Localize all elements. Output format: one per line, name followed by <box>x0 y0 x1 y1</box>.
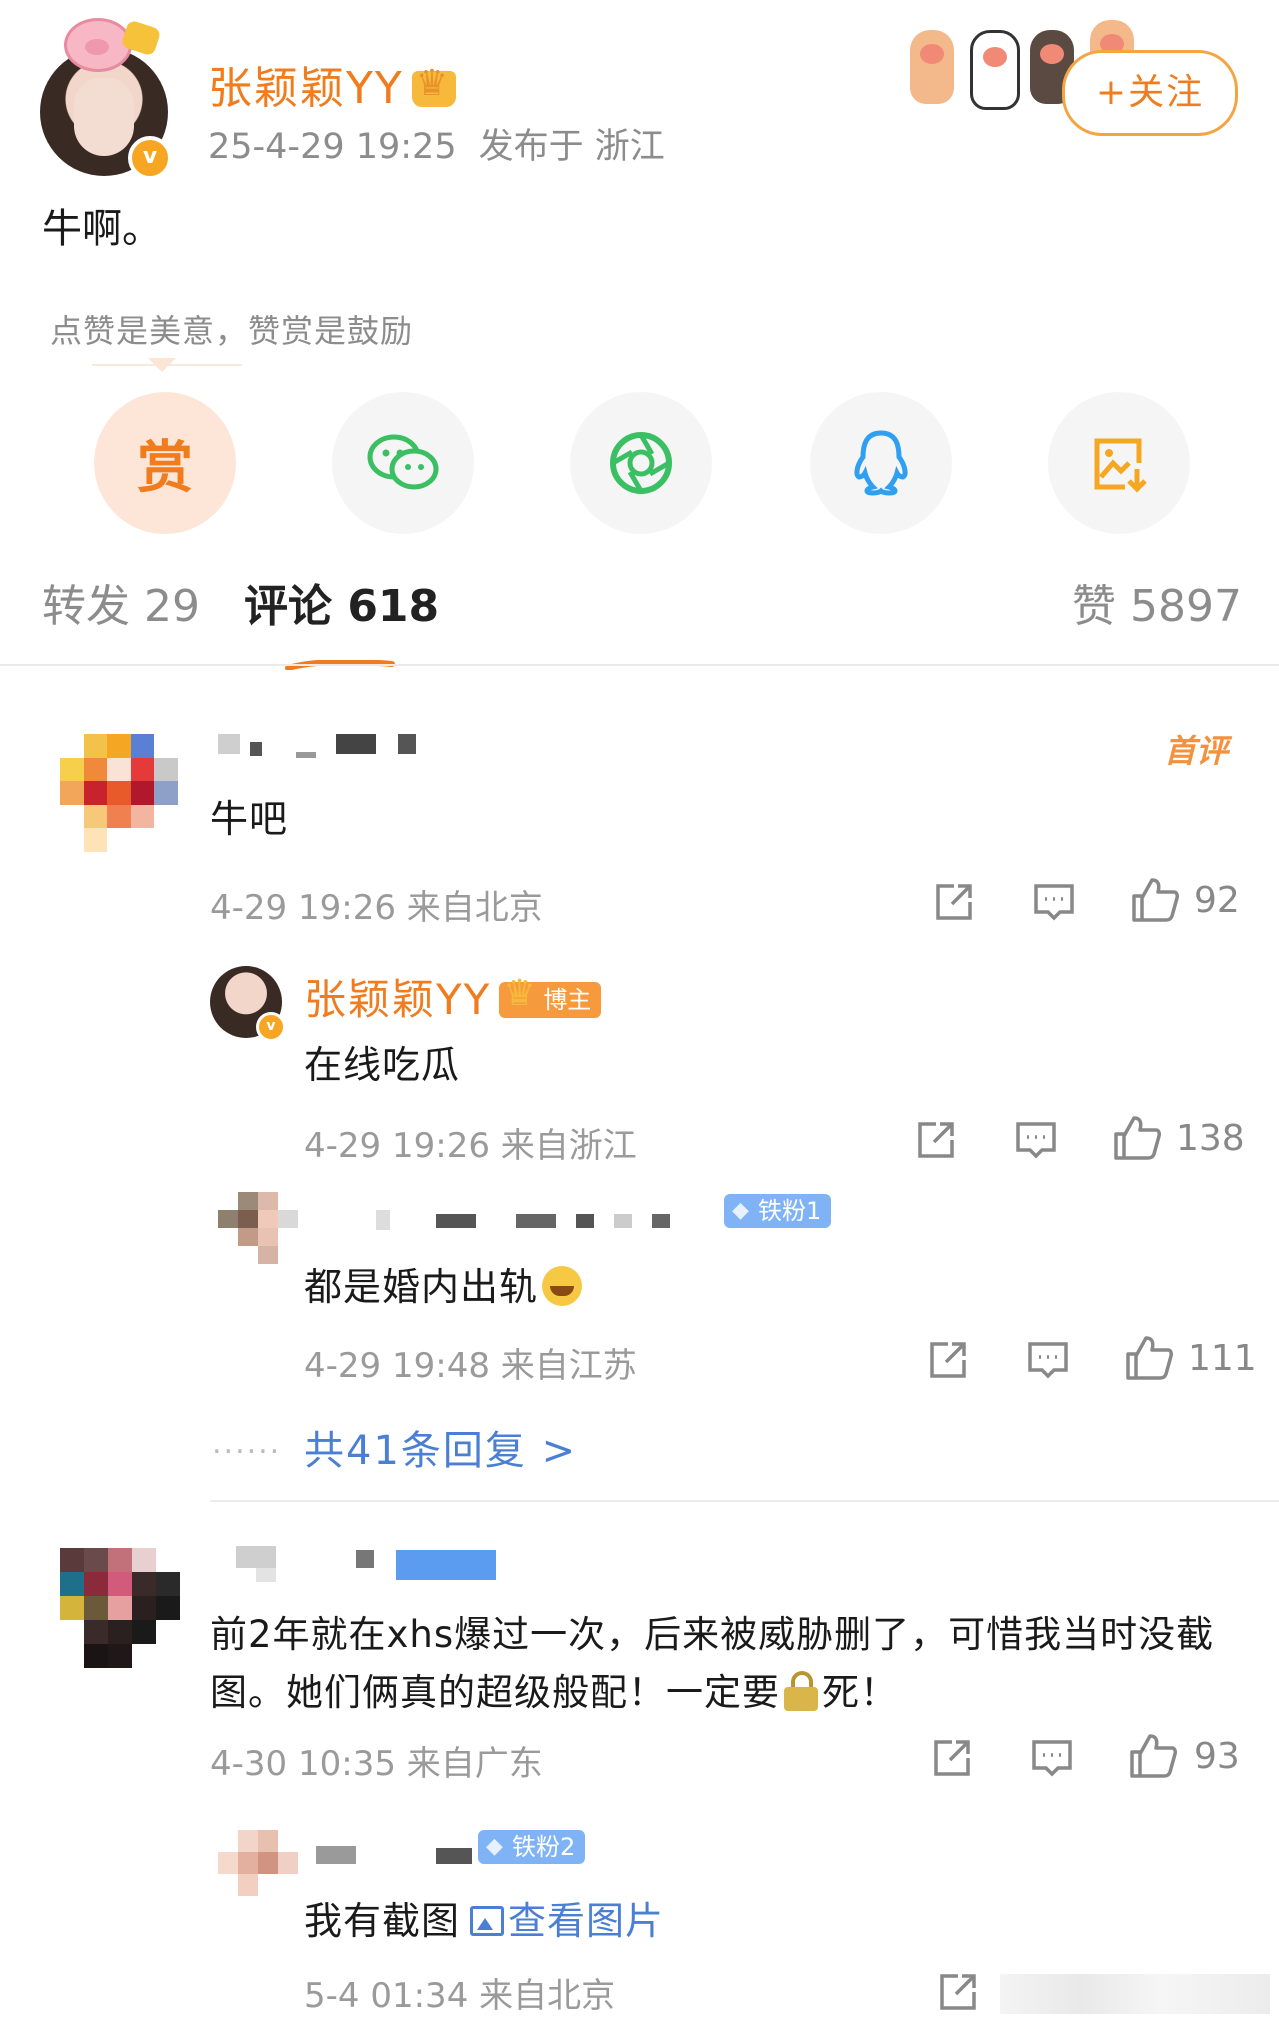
comment-icon[interactable] <box>1030 1736 1074 1780</box>
reply-location: 来自北京 <box>479 1976 616 2016</box>
laugh-cry-emoji-icon <box>542 1266 583 1306</box>
comment-time: 4-30 10:35 <box>210 1744 396 1784</box>
image-icon <box>470 1906 505 1936</box>
reply-meta: 5-4 01:34 来自北京 <box>304 1968 615 2017</box>
repost-icon[interactable] <box>936 1970 980 2014</box>
reply-user-avatar[interactable] <box>218 1192 298 1264</box>
author-name-text: 张颖颖YY <box>208 63 404 114</box>
reply-text-content: 我有截图 <box>304 1899 461 1943</box>
save-image-icon <box>1094 438 1147 493</box>
comment-text-line2: 图。她们俩真的超级般配！一定要 死！ <box>210 1662 898 1716</box>
comment-time: 4-29 19:26 <box>210 888 396 928</box>
share-moments-button[interactable] <box>570 392 712 534</box>
tab-repost[interactable]: 转发 29 <box>42 570 200 634</box>
more-replies-link[interactable]: 共41条回复 > <box>304 1418 577 1476</box>
post-location: 发布于 浙江 <box>478 127 665 167</box>
verified-badge-icon: v <box>256 1012 286 1042</box>
post-timestamp: 25-4-29 19:25 <box>208 127 457 167</box>
comment-meta: 4-30 10:35 来自广东 <box>210 1736 543 1785</box>
qq-icon <box>854 430 908 496</box>
reward-tip: 点赞是美意，赞赏是鼓励 <box>50 312 414 350</box>
reply-time: 5-4 01:34 <box>304 1976 469 2016</box>
like-icon[interactable] <box>1112 1114 1162 1162</box>
wechat-icon <box>367 434 439 490</box>
comment-text-line1: 前2年就在xhs爆过一次，后来被威胁删了，可惜我当时没截 <box>210 1613 1215 1656</box>
author-name[interactable]: 张颖颖YY <box>208 52 456 116</box>
commenter-name-obscured[interactable] <box>236 1546 506 1586</box>
comment-divider <box>210 1500 1279 1502</box>
like-icon[interactable] <box>1128 1732 1178 1780</box>
reply-author-avatar[interactable]: v <box>210 966 286 1042</box>
comment-text-line2-b: 死！ <box>822 1671 898 1714</box>
tab-divider <box>0 664 1279 666</box>
tab-bar: 转发 29 评论 618 赞 5897 <box>0 570 1279 660</box>
fan-level-badge: 铁粉1 <box>724 1194 832 1228</box>
view-image-link[interactable]: 查看图片 <box>508 1899 664 1943</box>
share-wechat-button[interactable] <box>332 392 474 534</box>
reply-location: 来自江苏 <box>500 1346 637 1386</box>
blogger-badge: 博主 <box>499 976 602 1018</box>
repost-icon[interactable] <box>930 1736 974 1780</box>
comment-text: 牛吧 <box>210 797 289 841</box>
reply-meta: 4-29 19:48 来自江苏 <box>304 1338 637 1387</box>
post-meta: 25-4-29 19:25 发布于 浙江 <box>208 118 665 169</box>
save-image-button[interactable] <box>1048 392 1190 534</box>
reward-icon: 赏 <box>137 435 193 501</box>
comment-icon[interactable] <box>1014 1118 1058 1162</box>
first-comment-badge: 首评 <box>1164 732 1229 770</box>
post-text: 牛啊。 <box>42 206 162 252</box>
reply-text: 都是婚内出轨 <box>304 1256 583 1311</box>
reply-author-name-text: 张颖颖YY <box>304 975 492 1024</box>
reply-user-avatar[interactable] <box>218 1830 298 1896</box>
comment-icon[interactable] <box>1026 1338 1070 1382</box>
tab-likes[interactable]: 赞 5897 <box>1072 570 1242 634</box>
like-count: 93 <box>1194 1736 1240 1777</box>
tab-comments[interactable]: 评论 618 <box>244 570 439 634</box>
like-count: 111 <box>1188 1338 1257 1379</box>
avatar-face <box>74 78 134 156</box>
moments-icon <box>610 432 672 494</box>
share-qq-button[interactable] <box>810 392 952 534</box>
reply-time: 4-29 19:26 <box>304 1126 490 1166</box>
reply-user-name-obscured[interactable] <box>376 1206 676 1236</box>
fan-level-badge: 铁粉2 <box>478 1830 586 1864</box>
comment-text-line2-a: 图。她们俩真的超级般配！一定要 <box>210 1671 780 1714</box>
paw-icon <box>910 30 954 104</box>
lock-emoji-icon <box>784 1671 818 1711</box>
reply-text: 在线吃瓜 <box>304 1043 461 1087</box>
blurred-actions-area <box>1000 1974 1270 2014</box>
like-count: 92 <box>1194 880 1240 921</box>
reply-author-name[interactable]: 张颖颖YY博主 <box>304 966 602 1027</box>
follow-button[interactable]: +关注 <box>1062 50 1238 136</box>
more-replies-dots: ...... <box>212 1426 282 1461</box>
repost-icon[interactable] <box>926 1338 970 1382</box>
comment-location: 来自北京 <box>406 888 543 928</box>
like-icon[interactable] <box>1124 1334 1174 1382</box>
comment-location: 来自广东 <box>406 1744 543 1784</box>
comment-icon[interactable] <box>1032 880 1076 924</box>
commenter-avatar[interactable] <box>60 734 178 852</box>
commenter-avatar[interactable] <box>60 1548 180 1668</box>
reply-location: 来自浙江 <box>500 1126 637 1166</box>
reply-meta: 4-29 19:26 来自浙江 <box>304 1118 637 1167</box>
reply-user-name-obscured[interactable] <box>316 1840 476 1870</box>
reply-text-content: 都是婚内出轨 <box>304 1265 539 1309</box>
reply-time: 4-29 19:48 <box>304 1346 490 1386</box>
reply-text: 我有截图 查看图片 <box>304 1890 664 1945</box>
like-count: 138 <box>1176 1118 1245 1159</box>
author-avatar[interactable]: v <box>40 18 172 180</box>
reward-button[interactable]: 赏 <box>94 392 236 534</box>
verified-badge-icon: v <box>128 136 172 180</box>
paw-icon <box>970 30 1020 110</box>
crown-icon <box>411 63 456 107</box>
commenter-name-obscured[interactable] <box>218 730 418 766</box>
pig-sticker-icon <box>64 18 132 72</box>
repost-icon[interactable] <box>932 880 976 924</box>
tip-caret-icon <box>148 358 176 372</box>
repost-icon[interactable] <box>914 1118 958 1162</box>
comment-meta: 4-29 19:26 来自北京 <box>210 880 543 929</box>
like-icon[interactable] <box>1130 876 1180 924</box>
